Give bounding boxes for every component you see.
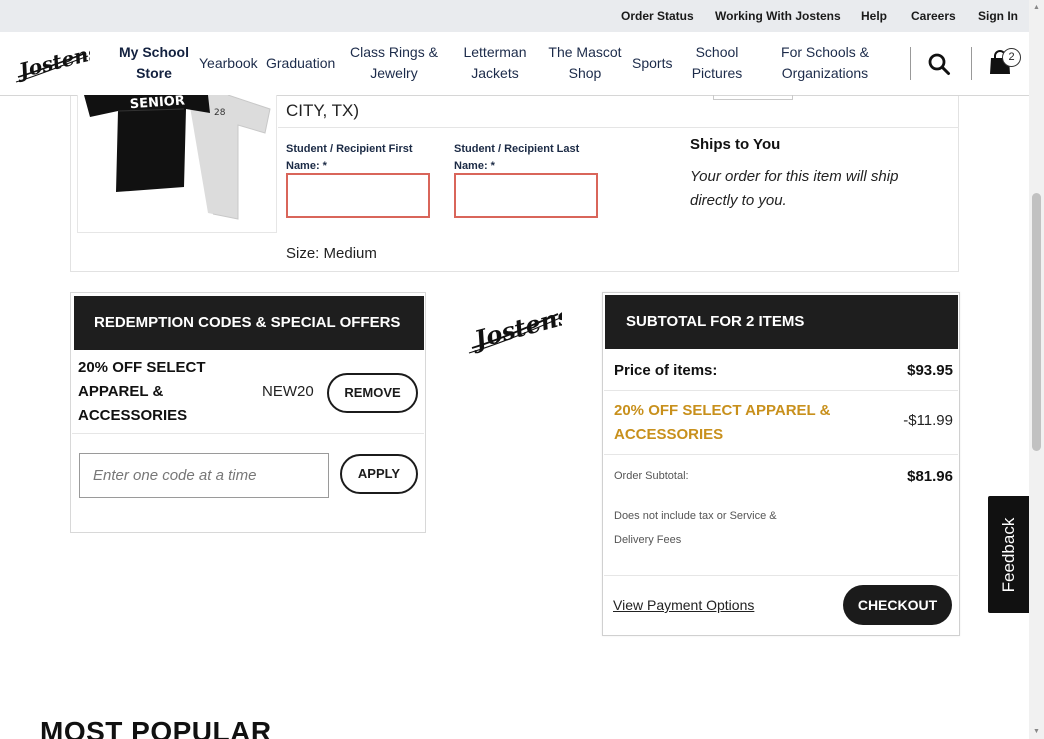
utility-bar: Order Status Working With Jostens Help C…	[0, 0, 1029, 32]
feedback-tab[interactable]: Feedback	[988, 496, 1029, 613]
order-status-link[interactable]: Order Status	[621, 9, 694, 23]
nav-label-line2: Jewelry	[370, 65, 418, 81]
scrollbar-thumb[interactable]	[1032, 193, 1041, 451]
scroll-up-arrow-icon[interactable]: ▲	[1032, 3, 1041, 12]
nav-letterman-jackets[interactable]: Letterman Jackets	[459, 42, 531, 84]
quantity-box[interactable]	[713, 95, 793, 100]
jostens-logo[interactable]: Jostens	[14, 43, 90, 85]
nav-label-line1: The Mascot	[548, 44, 622, 60]
header-divider	[910, 47, 911, 80]
nav-label-line2: Pictures	[691, 65, 743, 81]
subtotal-panel-title: SUBTOTAL FOR 2 ITEMS	[605, 295, 958, 349]
cart-item-card: 28 SENIOR CITY, TX) Student / Recipient …	[70, 95, 959, 272]
nav-yearbook[interactable]: Yearbook	[199, 53, 258, 74]
nav-label-line2: Shop	[568, 65, 602, 81]
jostens-logo: Jostens	[468, 300, 562, 355]
shirt-number: 28	[214, 108, 226, 118]
page-scrollbar[interactable]: ▲ ▼	[1029, 0, 1044, 739]
logo-wordmark: Jostens	[14, 43, 90, 84]
product-image[interactable]: 28 SENIOR	[77, 95, 277, 233]
nav-my-school-store[interactable]: My School Store	[118, 42, 190, 84]
recipient-first-name-input[interactable]	[286, 173, 430, 218]
logo-wordmark: Jostens	[468, 300, 562, 355]
divider	[278, 127, 959, 128]
working-with-jostens-link[interactable]: Working With Jostens	[715, 9, 841, 23]
divider	[72, 433, 424, 434]
order-subtotal-row: Order Subtotal: $81.96 Does not include …	[604, 455, 958, 576]
applied-offer-code: NEW20	[262, 383, 314, 400]
applied-offer-name: 20% OFF SELECT APPAREL & ACCESSORIES	[78, 359, 206, 424]
recipient-last-name-input[interactable]	[454, 173, 598, 218]
nav-label-line2: Store	[136, 65, 172, 81]
first-name-label: Student / Recipient First Name: *	[286, 143, 413, 172]
nav-class-rings-jewelry[interactable]: Class Rings & Jewelry	[349, 42, 439, 84]
feedback-label: Feedback	[998, 517, 1018, 592]
promo-code-input[interactable]	[79, 453, 329, 498]
nav-label-line1: Class Rings &	[350, 44, 438, 60]
last-name-label: Student / Recipient Last Name: *	[454, 143, 580, 172]
price-of-items-value: $93.95	[907, 362, 953, 379]
nav-mascot-shop[interactable]: The Mascot Shop	[546, 42, 624, 84]
nav-label-line2: Organizations	[781, 65, 869, 81]
remove-code-button[interactable]: REMOVE	[327, 373, 418, 413]
checkout-button[interactable]: CHECKOUT	[843, 585, 952, 625]
nav-label-line1: My School	[118, 44, 189, 60]
scroll-down-arrow-icon[interactable]: ▼	[1032, 727, 1041, 736]
nav-schools-organizations[interactable]: For Schools & Organizations	[779, 42, 871, 84]
tshirt-image: 28 SENIOR	[84, 95, 271, 220]
nav-label-line2: Jackets	[471, 65, 519, 81]
ships-to-you-text: Your order for this item will ship direc…	[690, 168, 899, 209]
redemption-panel-title: REDEMPTION CODES & SPECIAL OFFERS	[74, 296, 424, 350]
ships-to-you-title: Ships to You	[690, 136, 781, 153]
nav-label-line1: For Schools &	[781, 44, 869, 60]
search-icon[interactable]	[927, 52, 951, 76]
careers-link[interactable]: Careers	[911, 9, 956, 23]
tax-disclaimer: Does not include tax or Service & Delive…	[614, 510, 777, 546]
sign-in-link[interactable]: Sign In	[978, 9, 1018, 23]
help-link[interactable]: Help	[861, 9, 887, 23]
most-popular-heading: MOST POPULAR	[40, 716, 272, 739]
nav-label-line1: Letterman	[463, 44, 527, 60]
discount-label: 20% OFF SELECT APPAREL & ACCESSORIES	[614, 402, 831, 443]
order-subtotal-panel: SUBTOTAL FOR 2 ITEMS Price of items: $93…	[602, 292, 960, 636]
discount-row: 20% OFF SELECT APPAREL & ACCESSORIES -$1…	[604, 391, 958, 455]
nav-label-line1: School	[695, 44, 739, 60]
product-location: CITY, TX)	[286, 101, 360, 120]
nav-graduation[interactable]: Graduation	[266, 53, 335, 74]
nav-sports[interactable]: Sports	[632, 53, 672, 74]
price-of-items-row: Price of items: $93.95	[604, 350, 958, 391]
nav-school-pictures[interactable]: School Pictures	[686, 42, 748, 84]
discount-value: -$11.99	[903, 412, 953, 429]
cart-count-badge: 2	[1002, 48, 1021, 67]
order-subtotal-label: Order Subtotal:	[614, 470, 689, 482]
header-divider	[971, 47, 972, 80]
redemption-codes-panel: REDEMPTION CODES & SPECIAL OFFERS 20% OF…	[70, 292, 426, 533]
order-subtotal-value: $81.96	[907, 468, 953, 485]
main-header: Jostens My School Store Yearbook Graduat…	[0, 32, 1029, 96]
product-size: Size: Medium	[286, 245, 377, 262]
view-payment-options-link[interactable]: View Payment Options	[613, 597, 754, 613]
price-of-items-label: Price of items:	[614, 362, 718, 379]
apply-code-button[interactable]: APPLY	[340, 454, 418, 494]
